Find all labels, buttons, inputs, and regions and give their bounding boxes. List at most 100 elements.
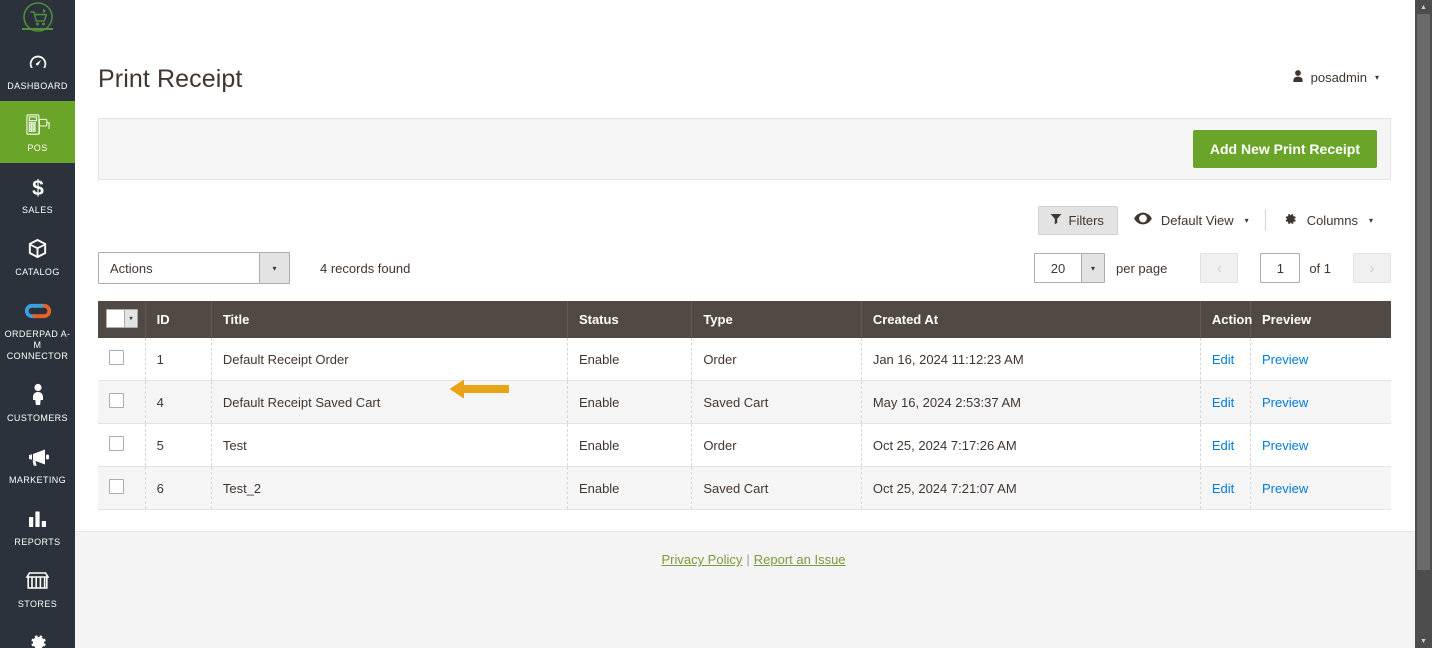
filters-button[interactable]: Filters — [1037, 205, 1118, 235]
eye-icon — [1134, 212, 1152, 228]
sidebar-item-label: CUSTOMERS — [7, 413, 68, 423]
filters-label: Filters — [1068, 212, 1104, 228]
main-content: Privacy Policy | Report an Issue Print Rec… — [75, 0, 1432, 648]
edit-link[interactable]: Edit — [1212, 438, 1234, 453]
sidebar-item-catalog[interactable]: CATALOG — [0, 225, 75, 287]
preview-link[interactable]: Preview — [1262, 481, 1308, 496]
svg-text:$: $ — [32, 177, 44, 199]
scrollbar-thumb[interactable] — [1417, 14, 1430, 570]
sidebar-item-dashboard[interactable]: DASHBOARD — [0, 39, 75, 101]
column-header-action: Action — [1200, 301, 1252, 338]
box-package-icon — [2, 236, 73, 262]
page-header: Print Receipt posadmin ▾ — [98, 0, 1391, 118]
table-row[interactable]: 5 Test Enable Order Oct 25, 2024 7:17:26… — [98, 423, 1391, 467]
report-issue-link[interactable]: Report an Issue — [754, 552, 846, 567]
per-page-select[interactable]: 20 ▾ — [1033, 253, 1105, 283]
logo[interactable] — [0, 0, 75, 39]
cell-title: Default Receipt Order — [211, 338, 568, 381]
row-checkbox[interactable] — [109, 436, 124, 451]
logo-underline — [22, 28, 53, 30]
table-row[interactable]: 1 Default Receipt Order Enable Order Jan… — [98, 338, 1391, 381]
cell-preview: Preview — [1250, 338, 1391, 381]
previous-page-button[interactable]: ‹ — [1200, 253, 1239, 283]
columns-button[interactable]: Columns ▾ — [1266, 211, 1389, 230]
print-receipt-grid: ▾ ID Title Status Type Created At Action… — [98, 301, 1391, 510]
actions-select[interactable]: Actions ▾ — [98, 252, 290, 284]
column-header-type[interactable]: Type — [691, 301, 862, 338]
megaphone-icon — [2, 444, 73, 470]
scroll-up-arrow-icon[interactable]: ▲ — [1415, 0, 1432, 14]
cell-action: Edit — [1200, 380, 1252, 424]
sidebar-item-stores[interactable]: STORES — [0, 557, 75, 619]
column-header-status[interactable]: Status — [567, 301, 693, 338]
grid-controls: Actions ▾ 4 records found 20 ▾ per page … — [98, 251, 1391, 285]
column-header-id[interactable]: ID — [145, 301, 212, 338]
cell-id: 5 — [145, 423, 212, 467]
default-view-button[interactable]: Default View ▾ — [1118, 212, 1265, 228]
per-page-value: 20 — [1050, 260, 1066, 276]
select-all-control[interactable]: ▾ — [106, 309, 138, 328]
add-new-print-receipt-button[interactable]: Add New Print Receipt — [1192, 130, 1377, 168]
sidebar-item-orderpad-am-connector[interactable]: ORDERPAD A-M CONNECTOR — [0, 287, 75, 371]
sidebar-item-system[interactable]: SYSTEM — [0, 619, 75, 648]
default-view-label: Default View — [1160, 212, 1234, 228]
admin-user-menu[interactable]: posadmin ▾ — [1291, 18, 1391, 86]
per-page-label: per page — [1115, 260, 1168, 276]
row-checkbox-cell[interactable] — [98, 466, 146, 510]
sidebar-item-sales[interactable]: $ SALES — [0, 163, 75, 225]
next-page-button[interactable]: › — [1353, 253, 1391, 283]
sidebar-item-label: STORES — [17, 599, 58, 609]
row-checkbox-cell[interactable] — [98, 338, 146, 381]
actions-select-label: Actions — [110, 260, 153, 276]
sidebar-item-label: DASHBOARD — [7, 81, 68, 91]
privacy-policy-link[interactable]: Privacy Policy — [661, 552, 742, 567]
edit-link[interactable]: Edit — [1212, 481, 1234, 496]
table-row[interactable]: 4 Default Receipt Saved Cart Enable Save… — [98, 380, 1391, 424]
row-checkbox[interactable] — [109, 479, 124, 494]
pos-terminal-icon — [2, 112, 73, 138]
chevron-down-icon: ▾ — [259, 253, 289, 283]
column-header-preview: Preview — [1250, 301, 1391, 338]
preview-link[interactable]: Preview — [1262, 438, 1308, 453]
row-checkbox-cell[interactable] — [98, 423, 146, 467]
vertical-scrollbar[interactable]: ▲ ▼ — [1415, 0, 1432, 648]
sidebar-item-label: REPORTS — [14, 537, 61, 547]
column-header-title[interactable]: Title — [211, 301, 568, 338]
cell-title: Test_2 — [211, 466, 568, 510]
edit-link[interactable]: Edit — [1212, 395, 1234, 410]
gear-icon — [2, 630, 73, 648]
cell-type: Saved Cart — [691, 380, 862, 424]
cell-preview: Preview — [1250, 380, 1391, 424]
grid-controls-left: Actions ▾ 4 records found — [98, 252, 410, 284]
scroll-down-arrow-icon[interactable]: ▼ — [1415, 634, 1432, 648]
chain-link-icon — [2, 298, 73, 324]
footer-separator: | — [746, 552, 750, 567]
sidebar-item-reports[interactable]: REPORTS — [0, 495, 75, 557]
funnel-icon — [1050, 213, 1062, 228]
chevron-down-icon: ▾ — [1080, 254, 1104, 282]
page-actions-panel: Add New Print Receipt — [98, 118, 1391, 180]
sidebar-item-marketing[interactable]: MARKETING — [0, 433, 75, 495]
page-title: Print Receipt — [98, 65, 243, 93]
row-checkbox[interactable] — [109, 350, 124, 365]
cell-title: Test — [211, 423, 568, 467]
select-all-checkbox[interactable] — [107, 310, 124, 327]
scrollbar-track[interactable] — [1415, 14, 1432, 634]
cell-status: Enable — [567, 423, 693, 467]
row-checkbox[interactable] — [109, 393, 124, 408]
columns-label: Columns — [1306, 212, 1358, 228]
sidebar-item-customers[interactable]: CUSTOMERS — [0, 371, 75, 433]
chevron-down-icon: ▾ — [1368, 215, 1373, 225]
column-header-created-at[interactable]: Created At — [861, 301, 1201, 338]
sidebar-item-pos[interactable]: POS — [0, 101, 75, 163]
preview-link[interactable]: Preview — [1262, 352, 1308, 367]
table-row[interactable]: 6 Test_2 Enable Saved Cart Oct 25, 2024 … — [98, 466, 1391, 510]
cell-status: Enable — [567, 380, 693, 424]
chevron-down-icon[interactable]: ▾ — [124, 310, 137, 327]
page-number-input[interactable] — [1260, 253, 1301, 283]
bar-chart-icon — [2, 506, 73, 532]
row-checkbox-cell[interactable] — [98, 380, 146, 424]
column-header-select-all[interactable]: ▾ — [98, 301, 146, 338]
edit-link[interactable]: Edit — [1212, 352, 1234, 367]
preview-link[interactable]: Preview — [1262, 395, 1308, 410]
